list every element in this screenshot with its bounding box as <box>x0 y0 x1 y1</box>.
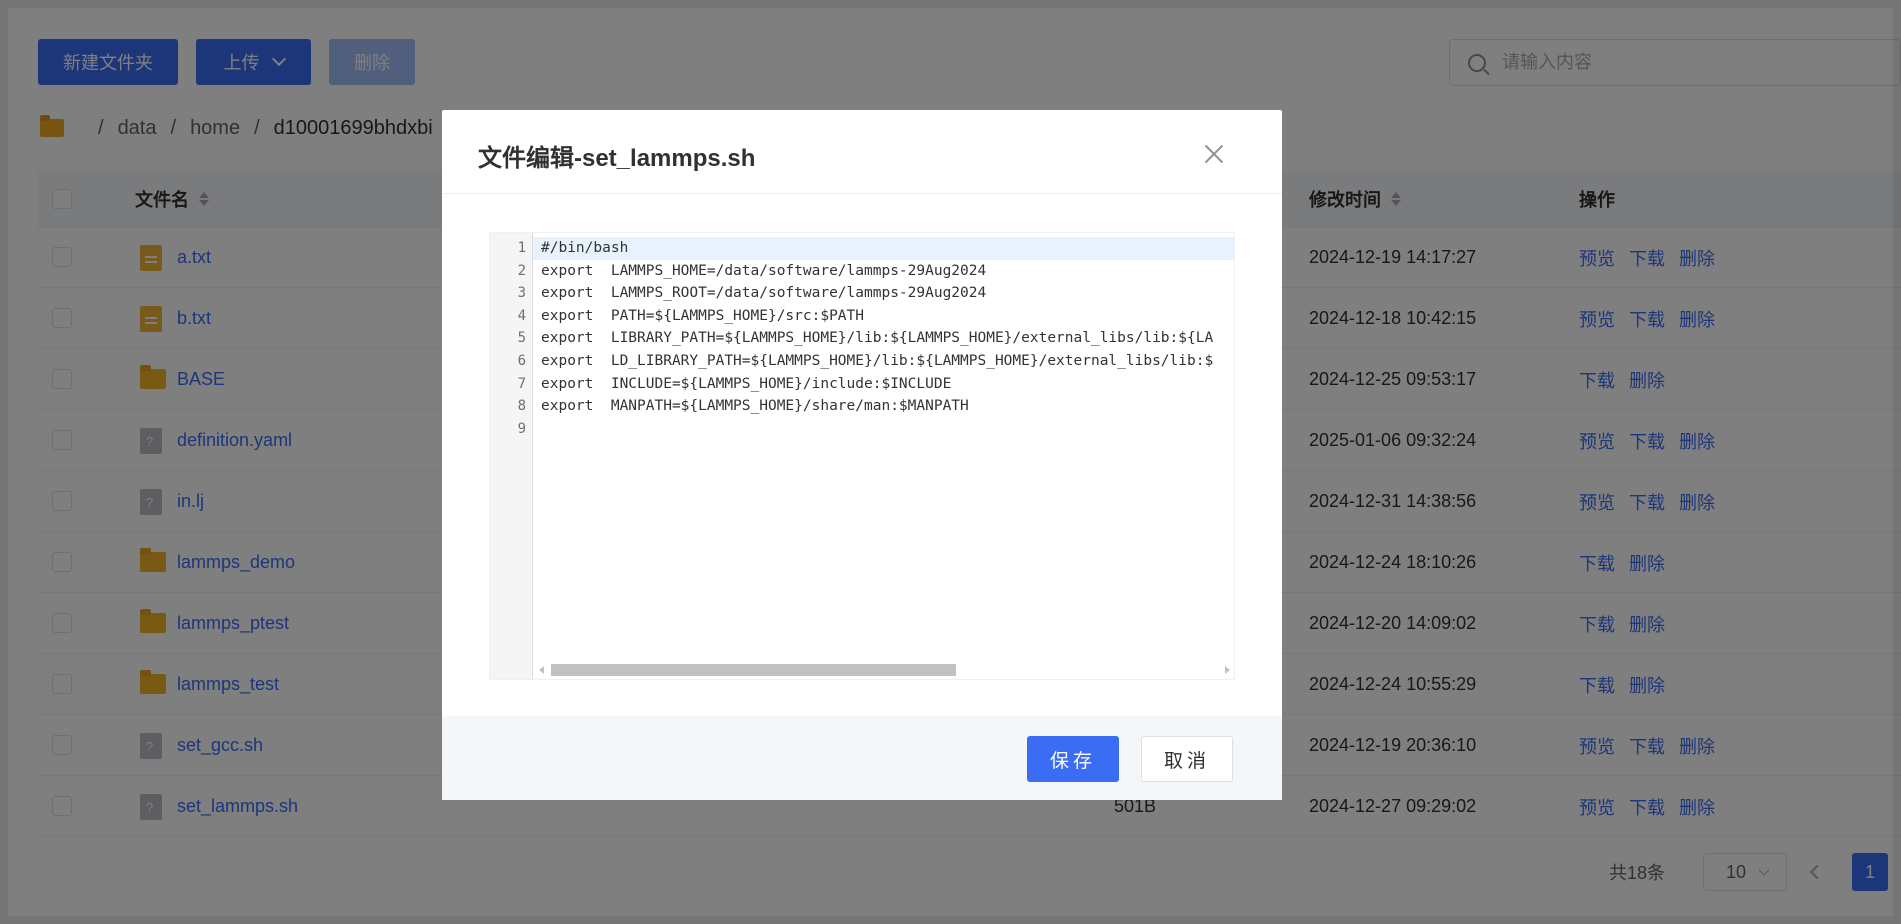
code-area[interactable]: #/bin/bash export LAMMPS_HOME=/data/softw… <box>533 233 1234 679</box>
close-icon[interactable] <box>1204 144 1224 164</box>
dialog-header: 文件编辑-set_lammps.sh <box>442 110 1282 194</box>
line-number: 8 <box>517 398 526 415</box>
line-number: 7 <box>517 375 526 392</box>
code-editor[interactable]: 1 2 3 4 5 6 7 8 9 #/bin/bash export LAMMPS_HOME=/… <box>489 232 1235 680</box>
line-number: 6 <box>517 352 526 369</box>
dialog-footer: 保存 取消 <box>442 716 1282 800</box>
dialog-title: 文件编辑-set_lammps.sh <box>478 145 756 172</box>
line-number: 2 <box>517 262 526 279</box>
code-line[interactable]: export MANPATH=${LAMMPS_HOME}/share/man:… <box>533 395 1234 418</box>
code-line[interactable]: export LAMMPS_ROOT=/data/software/lammps… <box>533 282 1234 305</box>
code-line[interactable]: export INCLUDE=${LAMMPS_HOME}/include:$I… <box>533 373 1234 396</box>
code-line[interactable]: #/bin/bash <box>533 237 1234 260</box>
scroll-right-arrow-icon[interactable] <box>1225 666 1230 674</box>
horizontal-scrollbar[interactable] <box>533 663 1234 677</box>
scroll-left-arrow-icon[interactable] <box>539 666 544 674</box>
line-number: 4 <box>517 307 526 324</box>
scrollbar-thumb[interactable] <box>551 664 956 676</box>
save-button[interactable]: 保存 <box>1027 736 1119 782</box>
cancel-button[interactable]: 取消 <box>1141 736 1233 782</box>
code-line[interactable]: export LAMMPS_HOME=/data/software/lammps… <box>533 260 1234 283</box>
code-line[interactable]: export LIBRARY_PATH=${LAMMPS_HOME}/lib:$… <box>533 327 1234 350</box>
line-number: 1 <box>517 240 526 256</box>
code-line[interactable]: export LD_LIBRARY_PATH=${LAMMPS_HOME}/li… <box>533 350 1234 373</box>
line-number: 5 <box>517 330 526 347</box>
line-number: 9 <box>517 420 526 437</box>
line-number-gutter: 1 2 3 4 5 6 7 8 9 <box>490 233 533 679</box>
code-line[interactable]: export PATH=${LAMMPS_HOME}/src:$PATH <box>533 305 1234 328</box>
line-number: 3 <box>517 285 526 302</box>
code-line[interactable] <box>533 418 1234 441</box>
file-edit-dialog: 文件编辑-set_lammps.sh 123456789 #/bin/bash e… <box>442 110 1282 800</box>
